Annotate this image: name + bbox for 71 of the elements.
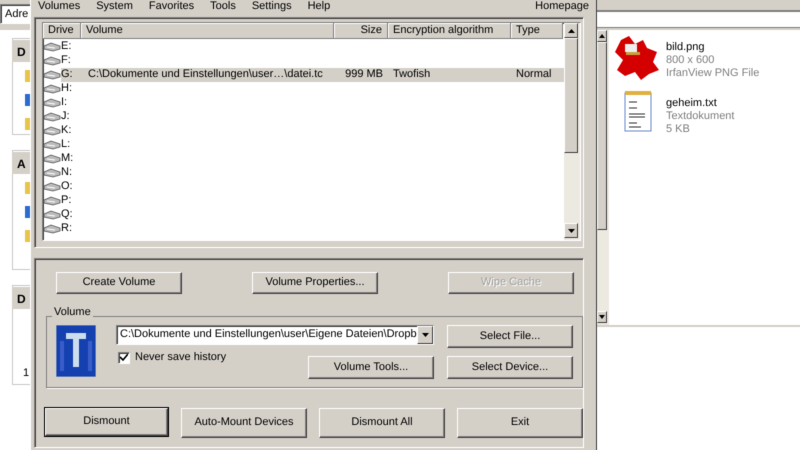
menu-item[interactable]: Volumes xyxy=(37,0,88,14)
scrollbar[interactable] xyxy=(564,23,580,240)
button[interactable]: Dismount xyxy=(45,408,168,436)
menu-item[interactable]: System xyxy=(95,0,140,14)
drive-letter[interactable]: F: xyxy=(61,54,83,68)
drive-letter[interactable]: K: xyxy=(61,124,83,138)
folder-icon xyxy=(25,118,30,130)
button[interactable]: Exit xyxy=(457,408,583,438)
address-label: Adre xyxy=(5,8,28,22)
drive-letter[interactable]: J: xyxy=(61,110,83,124)
truecrypt-logo-icon xyxy=(56,325,96,377)
column-header[interactable]: Type xyxy=(511,23,563,39)
folder-icon xyxy=(25,94,30,106)
menu-item[interactable]: Favorites xyxy=(148,0,202,14)
checkbox-label: Never save history xyxy=(135,351,226,364)
group-label: Volume xyxy=(52,306,93,320)
drive-letter[interactable]: M: xyxy=(61,152,83,166)
panel-heading: D xyxy=(17,45,26,60)
file-detail: 800 x 600 xyxy=(666,54,714,68)
scroll-up-arrow-icon xyxy=(568,28,574,32)
column-header[interactable]: Encryption algorithm xyxy=(388,23,511,39)
drive-letter[interactable]: G: xyxy=(61,68,83,82)
menu-item[interactable]: Tools xyxy=(209,0,243,14)
encryption-algorithm: Twofish xyxy=(393,68,430,80)
drive-letter[interactable]: Q: xyxy=(61,208,83,222)
button[interactable]: Auto-Mount Devices xyxy=(181,408,307,438)
column-header[interactable]: Size xyxy=(334,23,388,39)
button[interactable]: Volume Properties... xyxy=(252,272,378,294)
button[interactable]: Select File... xyxy=(447,325,573,348)
folder-icon xyxy=(25,206,30,218)
drive-letter[interactable]: R: xyxy=(61,222,83,236)
button[interactable]: Volume Tools... xyxy=(308,356,434,379)
drive-letter[interactable]: N: xyxy=(61,166,83,180)
volume-size: 999 MB xyxy=(345,68,383,80)
menu-item[interactable]: Help xyxy=(306,0,338,14)
button[interactable]: Dismount All xyxy=(319,408,445,438)
volume-path: C:\Dokumente und Einstellungen\user…\datei.tc xyxy=(88,68,323,80)
file-type: 5 KB xyxy=(666,123,690,136)
file-type: IrfanView PNG File xyxy=(666,67,760,80)
homepage-link[interactable]: Homepage xyxy=(535,0,589,14)
scroll-down-arrow-icon xyxy=(599,315,605,319)
detail-text: 1 xyxy=(23,367,30,380)
drive-letter[interactable]: E: xyxy=(61,40,83,54)
dropdown-arrow-icon xyxy=(422,333,428,337)
drive-letter[interactable]: P: xyxy=(61,194,83,208)
folder-icon xyxy=(25,182,30,194)
button[interactable]: Create Volume xyxy=(56,272,182,294)
scrollbar[interactable] xyxy=(597,30,609,325)
cat-icon xyxy=(613,34,661,82)
scroll-down-arrow-icon xyxy=(568,228,574,232)
drive-letter[interactable]: O: xyxy=(61,180,83,194)
volume-path-combobox[interactable]: C:\Dokumente und Einstellungen\user\Eigene Dateien\Dropb xyxy=(116,325,434,345)
folder-icon xyxy=(25,230,30,242)
panel-heading: D xyxy=(17,292,26,306)
drive-letter[interactable]: L: xyxy=(61,138,83,152)
column-header[interactable]: Volume xyxy=(81,23,334,39)
column-header[interactable]: Drive xyxy=(43,23,81,39)
checkmark-icon xyxy=(120,354,128,362)
file-name[interactable]: geheim.txt xyxy=(666,97,717,110)
drive-letter[interactable]: H: xyxy=(61,82,83,96)
file-detail: Textdokument xyxy=(666,110,734,124)
panel-heading: A xyxy=(17,157,26,172)
file-name[interactable]: bild.png xyxy=(666,41,705,54)
folder-icon xyxy=(25,70,30,82)
scroll-up-arrow-icon xyxy=(599,34,605,38)
drive-letter[interactable]: I: xyxy=(61,96,83,110)
checkbox[interactable] xyxy=(118,352,130,364)
button[interactable]: Select Device... xyxy=(447,356,573,379)
menu-item[interactable]: Settings xyxy=(250,0,299,14)
volume-type: Normal xyxy=(516,68,552,80)
volume-path-text: C:\Dokumente und Einstellungen\user\Eigene Dateien\Dropb xyxy=(119,327,417,342)
